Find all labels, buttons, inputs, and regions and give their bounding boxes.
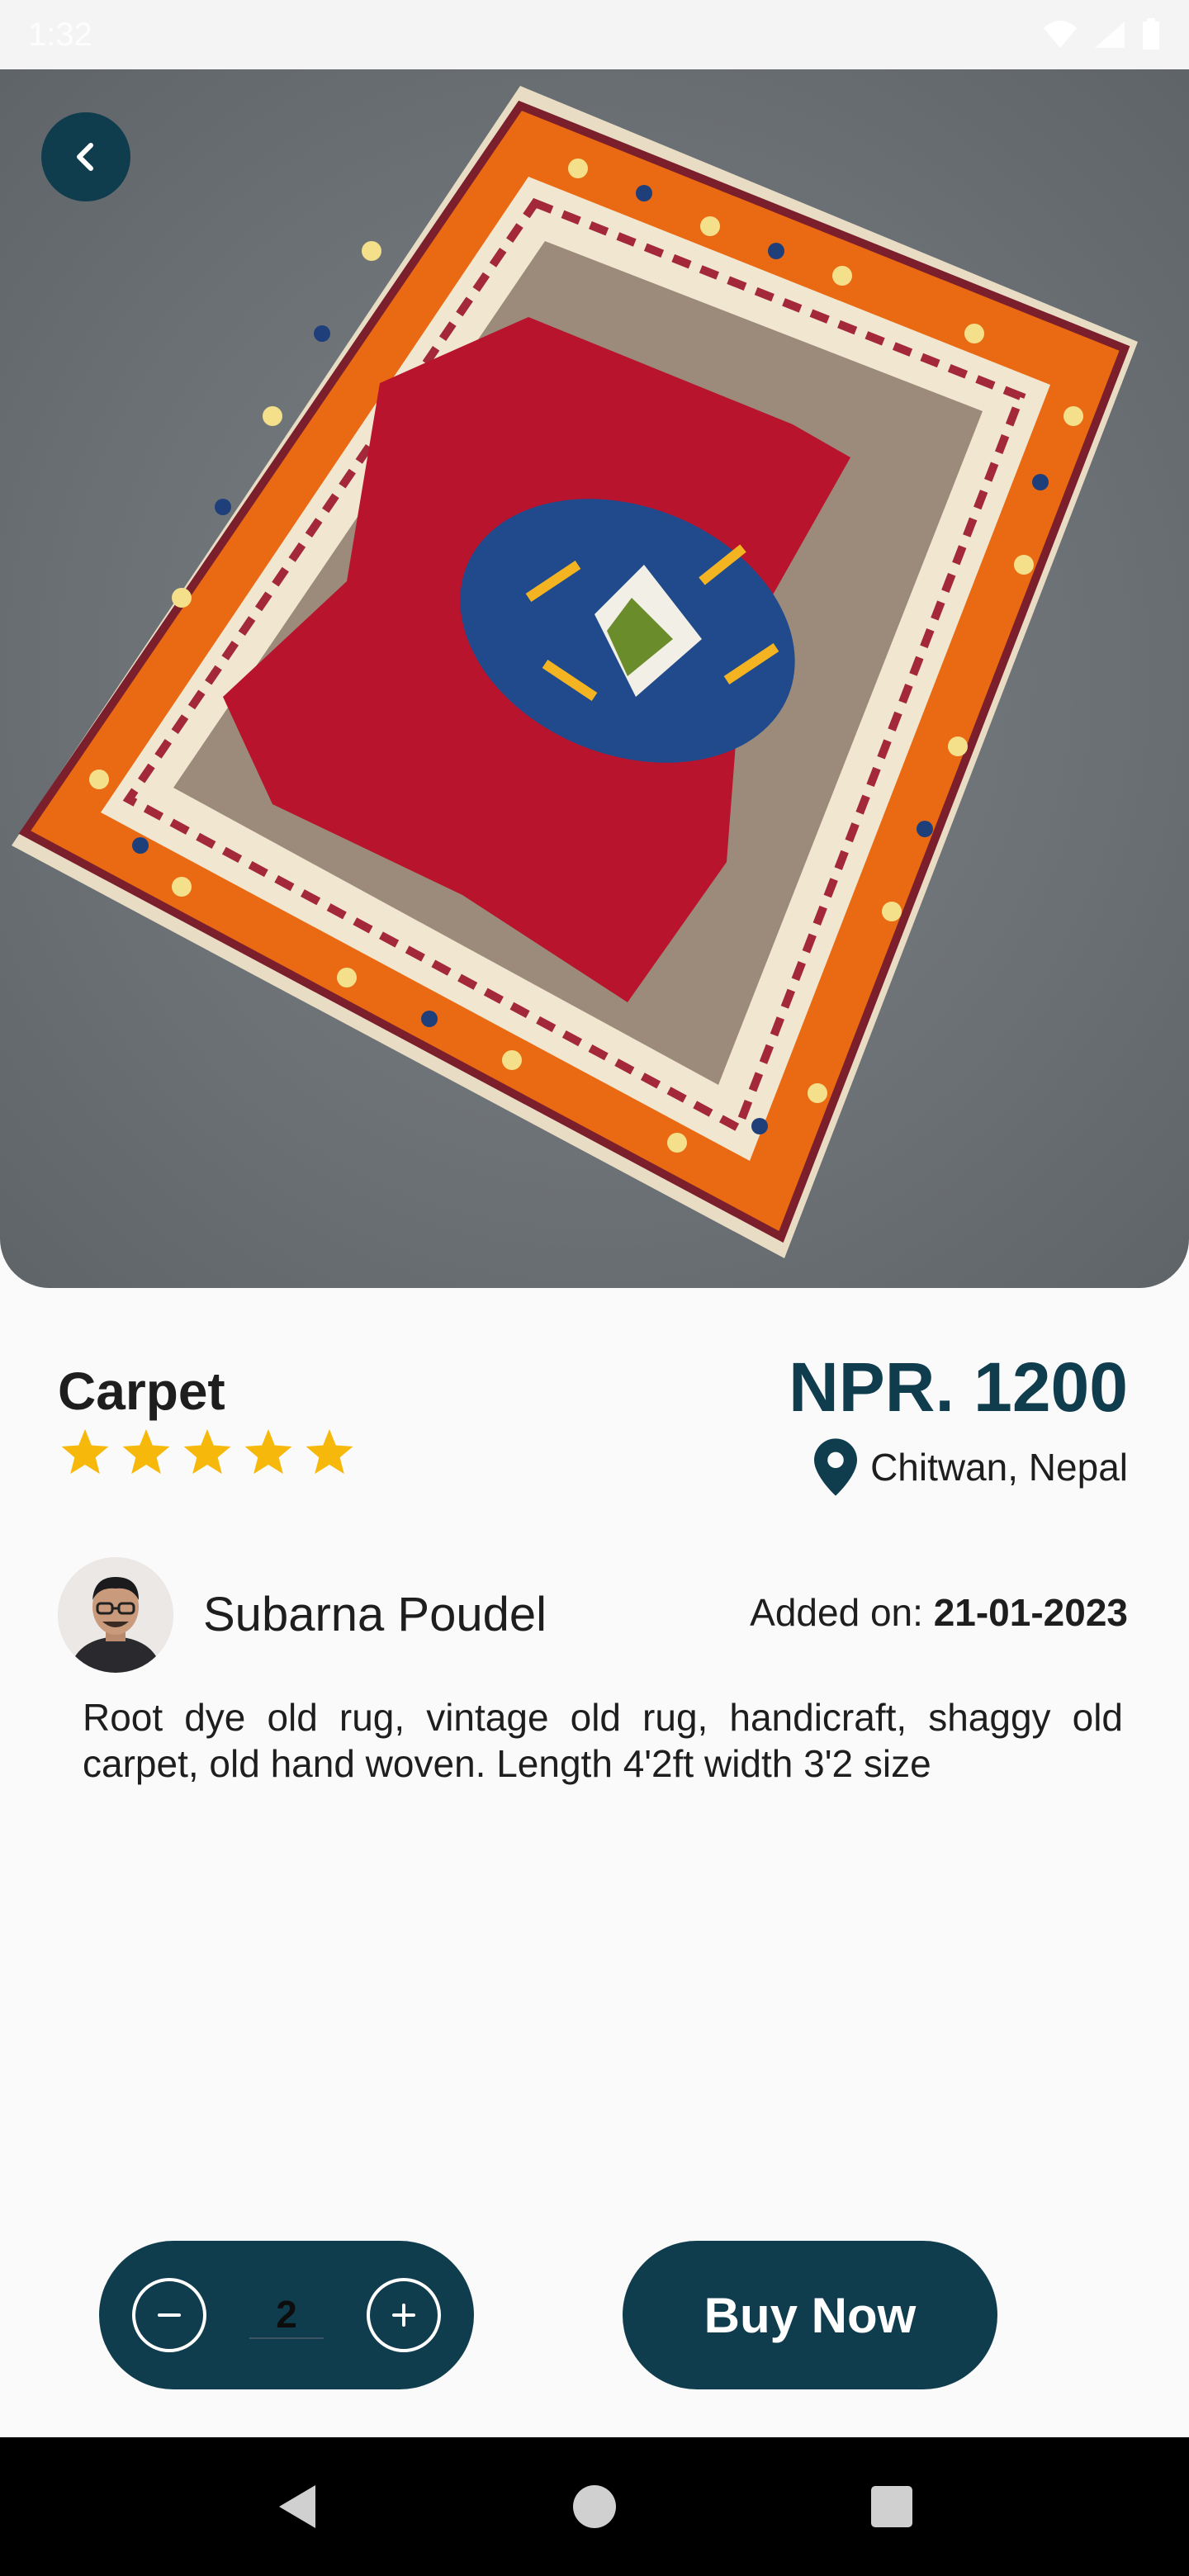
increment-button[interactable] xyxy=(367,2278,441,2352)
minus-icon xyxy=(158,2313,181,2317)
product-location: Chitwan, Nepal xyxy=(814,1438,1128,1496)
status-bar: 1:32 xyxy=(0,0,1189,69)
square-recents-icon xyxy=(871,2486,912,2527)
avatar-photo xyxy=(58,1557,173,1673)
signal-icon xyxy=(1095,21,1125,48)
location-text: Chitwan, Nepal xyxy=(870,1446,1128,1489)
nav-back-button[interactable] xyxy=(264,2474,330,2540)
quantity-value[interactable]: 2 xyxy=(249,2291,324,2339)
star-icon xyxy=(244,1428,292,1475)
star-icon xyxy=(122,1428,170,1475)
battery-icon xyxy=(1143,18,1159,50)
nav-home-button[interactable] xyxy=(561,2474,628,2540)
triangle-back-icon xyxy=(279,2485,315,2528)
product-description: Root dye old rug, vintage old rug, handi… xyxy=(83,1696,1123,1785)
system-nav-bar xyxy=(0,2437,1189,2576)
circle-home-icon xyxy=(573,2485,616,2528)
nav-recents-button[interactable] xyxy=(859,2474,925,2540)
star-icon xyxy=(61,1428,109,1475)
product-title: Carpet xyxy=(58,1361,225,1421)
status-icons xyxy=(1042,18,1161,51)
avatar[interactable] xyxy=(58,1557,173,1673)
added-on-date: 21-01-2023 xyxy=(933,1591,1128,1634)
quantity-stepper: 2 xyxy=(99,2241,474,2389)
star-icon xyxy=(183,1428,231,1475)
added-on-label: Added on: xyxy=(750,1591,923,1634)
wifi-icon xyxy=(1044,21,1077,48)
product-price: NPR. 1200 xyxy=(789,1348,1128,1426)
rating-stars xyxy=(59,1427,355,1476)
decrement-button[interactable] xyxy=(132,2278,206,2352)
rug-illustration xyxy=(12,86,1138,1258)
map-pin-icon xyxy=(814,1438,858,1496)
star-icon xyxy=(306,1428,353,1475)
plus-icon xyxy=(392,2304,415,2327)
product-image xyxy=(0,69,1189,1288)
back-button[interactable] xyxy=(41,112,130,201)
status-time: 1:32 xyxy=(28,16,92,53)
added-on: Added on: 21-01-2023 xyxy=(750,1590,1128,1635)
buy-now-button[interactable]: Buy Now xyxy=(623,2241,997,2389)
chevron-left-icon xyxy=(77,143,93,171)
seller-name: Subarna Poudel xyxy=(203,1588,547,1641)
